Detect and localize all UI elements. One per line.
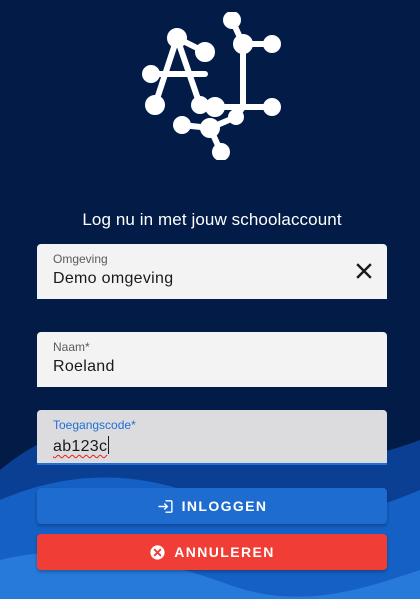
login-button[interactable]: INLOGGEN bbox=[37, 488, 387, 524]
access-code-label: Toegangscode* bbox=[53, 418, 136, 432]
login-button-label: INLOGGEN bbox=[181, 498, 268, 514]
login-icon bbox=[157, 498, 174, 515]
ai-circuit-logo-icon bbox=[142, 11, 282, 161]
access-code-field[interactable]: Toegangscode* ab123c bbox=[37, 410, 387, 465]
environment-label: Omgeving bbox=[53, 252, 108, 266]
cancel-button-label: ANNULEREN bbox=[174, 544, 275, 560]
close-icon[interactable] bbox=[355, 262, 373, 280]
text-caret bbox=[108, 436, 110, 454]
name-field[interactable]: Naam* Roeland bbox=[37, 332, 387, 387]
cancel-button[interactable]: ANNULEREN bbox=[37, 534, 387, 570]
name-label: Naam* bbox=[53, 340, 90, 354]
cancel-circle-icon bbox=[149, 544, 166, 561]
environment-value[interactable]: Demo omgeving bbox=[53, 270, 173, 288]
environment-field[interactable]: Omgeving Demo omgeving bbox=[37, 244, 387, 299]
login-subtitle: Log nu in met jouw schoolaccount bbox=[82, 210, 342, 229]
access-code-input[interactable]: ab123c bbox=[53, 436, 110, 456]
access-code-value: ab123c bbox=[53, 438, 108, 455]
name-input[interactable]: Roeland bbox=[53, 358, 115, 376]
